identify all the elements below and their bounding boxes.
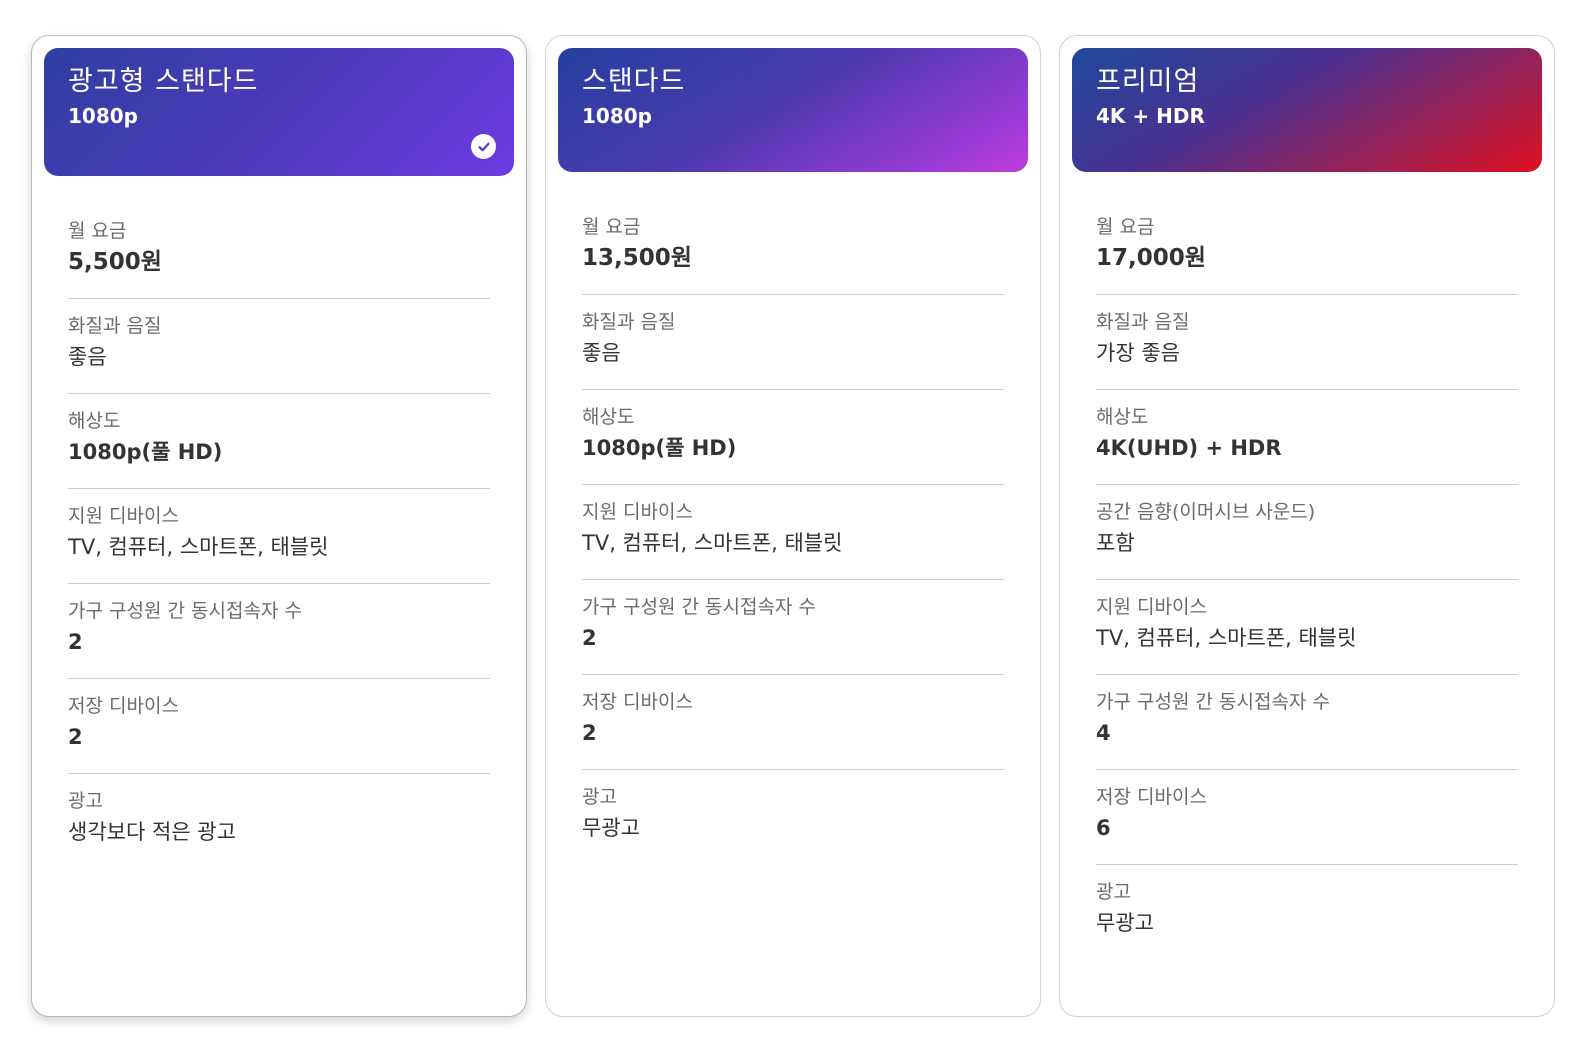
detail-label: 지원 디바이스 (1096, 596, 1207, 618)
plan-header: 프리미엄 4K + HDR (1072, 48, 1542, 172)
detail-value: 5,500원 (68, 249, 162, 275)
plan-details: 월 요금 5,500원 화질과 음질 좋음 해상도 1080p(풀 HD) 지원… (44, 206, 514, 868)
detail-value: 1080p(풀 HD) (582, 436, 737, 460)
detail-value: 2 (582, 721, 597, 745)
detail-row-download-devices: 저장 디바이스 2 (68, 679, 490, 774)
detail-label: 광고 (582, 786, 617, 808)
detail-label: 월 요금 (68, 220, 127, 242)
detail-row-devices: 지원 디바이스 TV, 컴퓨터, 스마트폰, 태블릿 (1096, 580, 1518, 675)
detail-label: 가구 구성원 간 동시접속자 수 (582, 596, 816, 618)
plan-name: 광고형 스탠다드 (68, 66, 259, 97)
detail-value: 무광고 (1096, 911, 1154, 935)
detail-value: 6 (1096, 816, 1111, 840)
detail-value: 좋음 (582, 341, 621, 365)
detail-row-streams: 가구 구성원 간 동시접속자 수 2 (68, 584, 490, 679)
plan-resolution: 4K + HDR (1096, 104, 1205, 128)
detail-row-ads: 광고 무광고 (1096, 865, 1518, 959)
plan-header: 스탠다드 1080p (558, 48, 1028, 172)
detail-row-price: 월 요금 13,500원 (582, 202, 1004, 295)
detail-value: 2 (68, 725, 83, 749)
plan-header: 광고형 스탠다드 1080p (44, 48, 514, 176)
detail-row-quality: 화질과 음질 좋음 (68, 299, 490, 394)
detail-label: 지원 디바이스 (582, 501, 693, 523)
detail-row-quality: 화질과 음질 좋음 (582, 295, 1004, 390)
detail-value: 포함 (1096, 531, 1135, 555)
detail-label: 화질과 음질 (582, 311, 676, 333)
plan-name: 스탠다드 (582, 66, 686, 97)
detail-row-streams: 가구 구성원 간 동시접속자 수 2 (582, 580, 1004, 675)
detail-label: 가구 구성원 간 동시접속자 수 (1096, 691, 1330, 713)
plan-resolution: 1080p (582, 104, 652, 128)
detail-label: 광고 (68, 790, 103, 812)
detail-value: 1080p(풀 HD) (68, 440, 223, 464)
detail-label: 가구 구성원 간 동시접속자 수 (68, 600, 302, 622)
detail-label: 공간 음향(이머시브 사운드) (1096, 501, 1316, 523)
detail-value: 무광고 (582, 816, 640, 840)
plan-details: 월 요금 17,000원 화질과 음질 가장 좋음 해상도 4K(UHD) + … (1072, 202, 1542, 959)
detail-row-ads: 광고 생각보다 적은 광고 (68, 774, 490, 868)
detail-row-ads: 광고 무광고 (582, 770, 1004, 864)
detail-value: 생각보다 적은 광고 (68, 820, 236, 844)
detail-row-resolution: 해상도 4K(UHD) + HDR (1096, 390, 1518, 485)
detail-label: 저장 디바이스 (582, 691, 693, 713)
plan-name: 프리미엄 (1096, 66, 1200, 97)
detail-row-devices: 지원 디바이스 TV, 컴퓨터, 스마트폰, 태블릿 (68, 489, 490, 584)
detail-label: 해상도 (68, 410, 121, 432)
detail-label: 저장 디바이스 (1096, 786, 1207, 808)
detail-label: 지원 디바이스 (68, 505, 179, 527)
detail-value: 가장 좋음 (1096, 341, 1180, 365)
plan-card-premium[interactable]: 프리미엄 4K + HDR 월 요금 17,000원 화질과 음질 가장 좋음 … (1059, 35, 1555, 1017)
detail-label: 월 요금 (582, 216, 641, 238)
detail-label: 화질과 음질 (68, 315, 162, 337)
detail-label: 해상도 (582, 406, 635, 428)
detail-row-download-devices: 저장 디바이스 2 (582, 675, 1004, 770)
detail-label: 화질과 음질 (1096, 311, 1190, 333)
detail-label: 월 요금 (1096, 216, 1155, 238)
detail-row-download-devices: 저장 디바이스 6 (1096, 770, 1518, 865)
detail-row-price: 월 요금 17,000원 (1096, 202, 1518, 295)
detail-value: TV, 컴퓨터, 스마트폰, 태블릿 (582, 531, 843, 555)
detail-value: TV, 컴퓨터, 스마트폰, 태블릿 (68, 535, 329, 559)
detail-label: 해상도 (1096, 406, 1149, 428)
detail-value: 17,000원 (1096, 245, 1206, 271)
check-circle-icon (471, 134, 496, 159)
detail-label: 광고 (1096, 881, 1131, 903)
plan-card-ad-standard[interactable]: 광고형 스탠다드 1080p 월 요금 5,500원 화질과 음질 좋음 해상도… (31, 35, 527, 1017)
plan-resolution: 1080p (68, 104, 138, 128)
detail-value: 13,500원 (582, 245, 692, 271)
detail-row-streams: 가구 구성원 간 동시접속자 수 4 (1096, 675, 1518, 770)
plan-cards: 광고형 스탠다드 1080p 월 요금 5,500원 화질과 음질 좋음 해상도… (31, 35, 1555, 1017)
detail-row-resolution: 해상도 1080p(풀 HD) (68, 394, 490, 489)
detail-value: 좋음 (68, 345, 107, 369)
detail-row-price: 월 요금 5,500원 (68, 206, 490, 299)
detail-row-resolution: 해상도 1080p(풀 HD) (582, 390, 1004, 485)
detail-value: TV, 컴퓨터, 스마트폰, 태블릿 (1096, 626, 1357, 650)
detail-row-devices: 지원 디바이스 TV, 컴퓨터, 스마트폰, 태블릿 (582, 485, 1004, 580)
detail-value: 4K(UHD) + HDR (1096, 436, 1282, 460)
plan-card-standard[interactable]: 스탠다드 1080p 월 요금 13,500원 화질과 음질 좋음 해상도 10… (545, 35, 1041, 1017)
detail-label: 저장 디바이스 (68, 695, 179, 717)
detail-row-spatial-audio: 공간 음향(이머시브 사운드) 포함 (1096, 485, 1518, 580)
detail-value: 2 (68, 630, 83, 654)
detail-row-quality: 화질과 음질 가장 좋음 (1096, 295, 1518, 390)
detail-value: 4 (1096, 721, 1111, 745)
plan-details: 월 요금 13,500원 화질과 음질 좋음 해상도 1080p(풀 HD) 지… (558, 202, 1028, 864)
detail-value: 2 (582, 626, 597, 650)
